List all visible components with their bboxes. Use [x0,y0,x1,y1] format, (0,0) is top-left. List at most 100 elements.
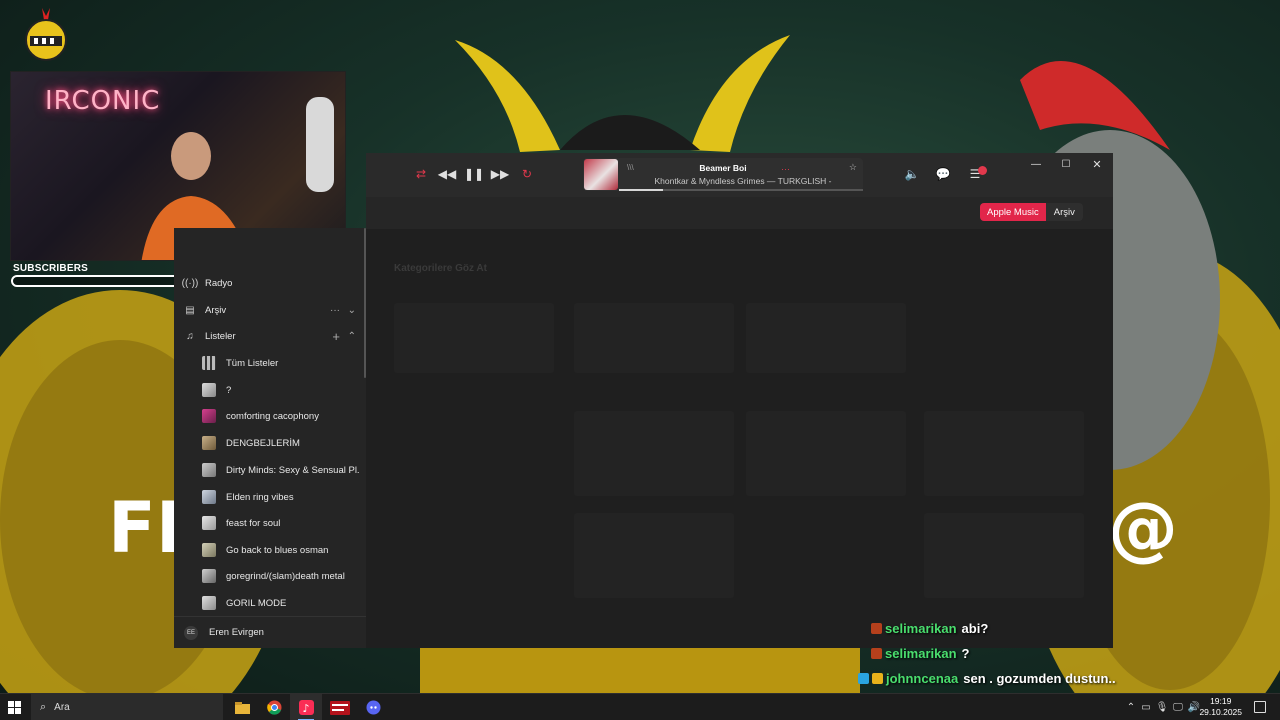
chrome-icon[interactable] [258,694,290,720]
playlist-label: goregrind/(slam)death metal [226,570,345,582]
chat-username: selimarikan [885,621,957,636]
playlist-label: GORIL MODE [226,597,287,609]
playlist-thumbnail [202,436,216,450]
shuffle-icon[interactable]: ⇄ [414,166,428,182]
minimize-icon[interactable]: — [1030,157,1042,173]
playlist-thumbnail [202,409,216,423]
sidebar-item-label: Arşiv [205,304,227,316]
playlist-item[interactable]: Elden ring vibes [202,486,360,508]
system-tray: ⌃ ▭ 🎙 🖵 🔊 [1124,694,1202,720]
chat-text: abi? [961,621,989,636]
playlist-item[interactable]: DENGBEJLERİM [202,432,360,454]
apple-music-taskbar-icon[interactable]: ♪ [290,694,322,720]
repeat-icon[interactable]: ↻ [520,166,534,182]
star-icon[interactable]: ☆ [849,162,857,173]
chat-username: selimarikan [885,646,957,661]
radio-icon: ((·)) [181,277,199,289]
device-icon[interactable]: ▭ [1138,702,1154,713]
track-title: Beamer Boi [699,163,747,173]
playlist-item[interactable]: Go back to blues osman [202,539,360,561]
windows-start-icon[interactable] [8,701,21,714]
grid-icon [202,356,216,370]
toolbar: Apple Music Arşiv [366,197,1113,229]
playlist-thumbnail [202,543,216,557]
title-bar: ⇄ ◀◀ ❚❚ ▶▶ ↻ \\\ Beamer Boi ··· ☆ Khontk… [366,153,1113,197]
notification-icon[interactable] [1254,701,1266,713]
playlist-thumbnail [202,596,216,610]
library-more-icon[interactable]: ··· [330,305,340,316]
category-tile[interactable] [574,513,734,598]
lyrics-icon[interactable]: 💬 [936,166,951,182]
discord-icon[interactable] [357,694,389,720]
playlist-item[interactable]: comforting cacophony [202,405,360,427]
playlist-label: Dirty Minds: Sexy & Sensual Pl... [226,464,360,476]
category-tile[interactable] [924,513,1084,598]
user-badge-icon [871,623,882,634]
account-row[interactable]: EE Eren Evirgen [174,616,366,648]
network-icon[interactable]: 🖵 [1170,702,1186,713]
playlist-label: ? [226,384,232,396]
archive-toggle[interactable]: Arşiv [1045,203,1083,221]
now-playing-lcd[interactable]: \\\ Beamer Boi ··· ☆ Khontkar & Myndless… [583,158,863,191]
track-progress-fill [619,189,663,191]
chat-text: sen . gozumden dustun.. [963,671,1116,686]
category-tile[interactable] [574,411,734,496]
chat-message: selimarikan abi? [858,616,1128,641]
category-tile[interactable] [924,411,1084,496]
svg-text:♪: ♪ [302,702,309,715]
playlist-label: DENGBEJLERİM [226,437,300,449]
playlist-thumbnail [202,569,216,583]
sidebar-item-library[interactable]: ▤ Arşiv ··· ⌄ [174,299,366,321]
track-subtitle: Khontkar & Myndless Grimes — TURKGLISH - [654,176,832,186]
playlist-label: Elden ring vibes [226,491,294,503]
playlist-item[interactable]: feast for soul [202,512,360,534]
sidebar-item-radio[interactable]: ((·)) Radyo [174,272,366,294]
next-icon[interactable]: ▶▶ [491,166,509,182]
chevron-up-icon[interactable]: ⌃ [348,331,356,342]
chat-username: johnncenaa [886,671,959,686]
category-tile[interactable] [574,303,734,373]
streaming-app-icon[interactable] [324,694,356,720]
microphone-icon[interactable]: 🎙 [1154,702,1170,713]
apple-music-toggle[interactable]: Apple Music [980,203,1046,221]
chat-message: selimarikan ? [858,641,1128,666]
sidebar-item-label: Radyo [205,277,233,289]
close-icon[interactable]: ✕ [1091,157,1103,173]
taskbar-search[interactable]: ⌕ Ara [31,694,223,720]
category-tile[interactable] [394,303,554,373]
playlist-thumbnail [202,463,216,477]
chevron-down-icon[interactable]: ⌄ [348,305,356,316]
clock-time: 19:19 [1210,696,1232,706]
user-badge-icon [858,673,869,684]
playlist-item[interactable]: GORIL MODE [202,592,360,614]
sidebar-scrollbar[interactable] [364,228,366,378]
file-explorer-icon[interactable] [226,694,258,720]
chat-text: ? [961,646,970,661]
playlist-thumbnail [202,383,216,397]
add-playlist-icon[interactable]: + [332,329,340,344]
playlist-item[interactable]: Tüm Listeler [202,352,360,374]
queue-badge [978,166,987,175]
clock[interactable]: 19:19 29.10.2025 [1199,696,1242,718]
library-icon: ▤ [185,304,195,316]
more-options-icon[interactable]: ··· [781,164,790,174]
playlist-item[interactable]: ? [202,379,360,401]
playlist-label: feast for soul [226,517,281,529]
chat-overlay: selimarikan abi? selimarikan ? johnncena… [858,616,1128,691]
sidebar-item-label: Listeler [205,330,236,342]
sidebar-item-playlists[interactable]: ♫ Listeler + ⌃ [174,325,366,347]
chevron-up-icon[interactable]: ⌃ [1124,702,1138,713]
volume-icon[interactable]: 🔈 [905,166,920,182]
clock-date: 29.10.2025 [1199,707,1242,717]
account-name: Eren Evirgen [209,627,264,638]
browse-categories-title: Kategorilere Göz At [394,263,487,274]
pause-icon[interactable]: ❚❚ [464,166,484,182]
track-progress-bar[interactable] [619,189,863,191]
maximize-icon[interactable]: ☐ [1060,157,1072,173]
previous-icon[interactable]: ◀◀ [438,166,456,182]
category-tile[interactable] [746,303,906,373]
playlist-item[interactable]: Dirty Minds: Sexy & Sensual Pl... [202,459,360,481]
playlist-label: comforting cacophony [226,410,319,422]
playlist-item[interactable]: goregrind/(slam)death metal [202,565,360,587]
category-tile[interactable] [746,411,906,496]
